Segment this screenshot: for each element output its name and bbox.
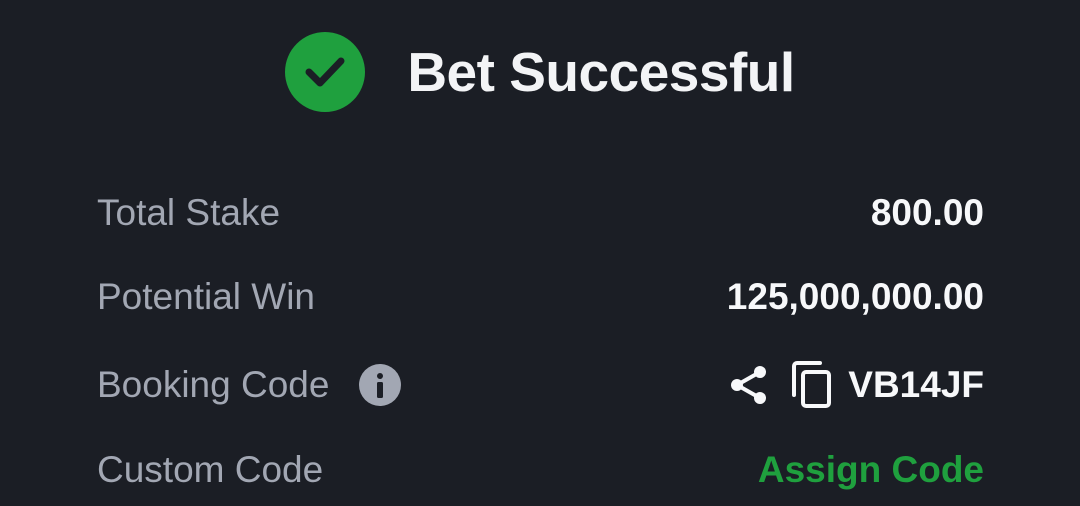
copy-icon[interactable]: [790, 361, 834, 409]
custom-code-label: Custom Code: [97, 449, 324, 490]
booking-code-label-group: Booking Code: [97, 364, 402, 406]
total-stake-value: 800.00: [870, 192, 984, 233]
check-circle-icon: [285, 32, 366, 112]
page-title: Bet Successful: [407, 41, 795, 103]
booking-code-value-group: VB14JF: [728, 361, 984, 409]
booking-code-row: Booking Code VB14JF: [97, 355, 984, 415]
potential-win-label: Potential Win: [97, 276, 315, 317]
total-stake-label: Total Stake: [97, 192, 281, 233]
assign-code-link[interactable]: Assign Code: [758, 449, 984, 491]
total-stake-row: Total Stake 800.00: [97, 183, 984, 243]
booking-code-value: VB14JF: [848, 364, 984, 405]
booking-code-label: Booking Code: [97, 364, 330, 405]
potential-win-value: 125,000,000.00: [726, 276, 984, 317]
custom-code-row: Custom Code Assign Code: [97, 440, 984, 500]
header: Bet Successful: [0, 30, 1080, 114]
info-icon[interactable]: [359, 364, 402, 406]
potential-win-row: Potential Win 125,000,000.00: [97, 267, 984, 327]
bet-success-panel: Bet Successful Total Stake 800.00 Potent…: [0, 0, 1080, 506]
share-icon[interactable]: [728, 364, 770, 406]
